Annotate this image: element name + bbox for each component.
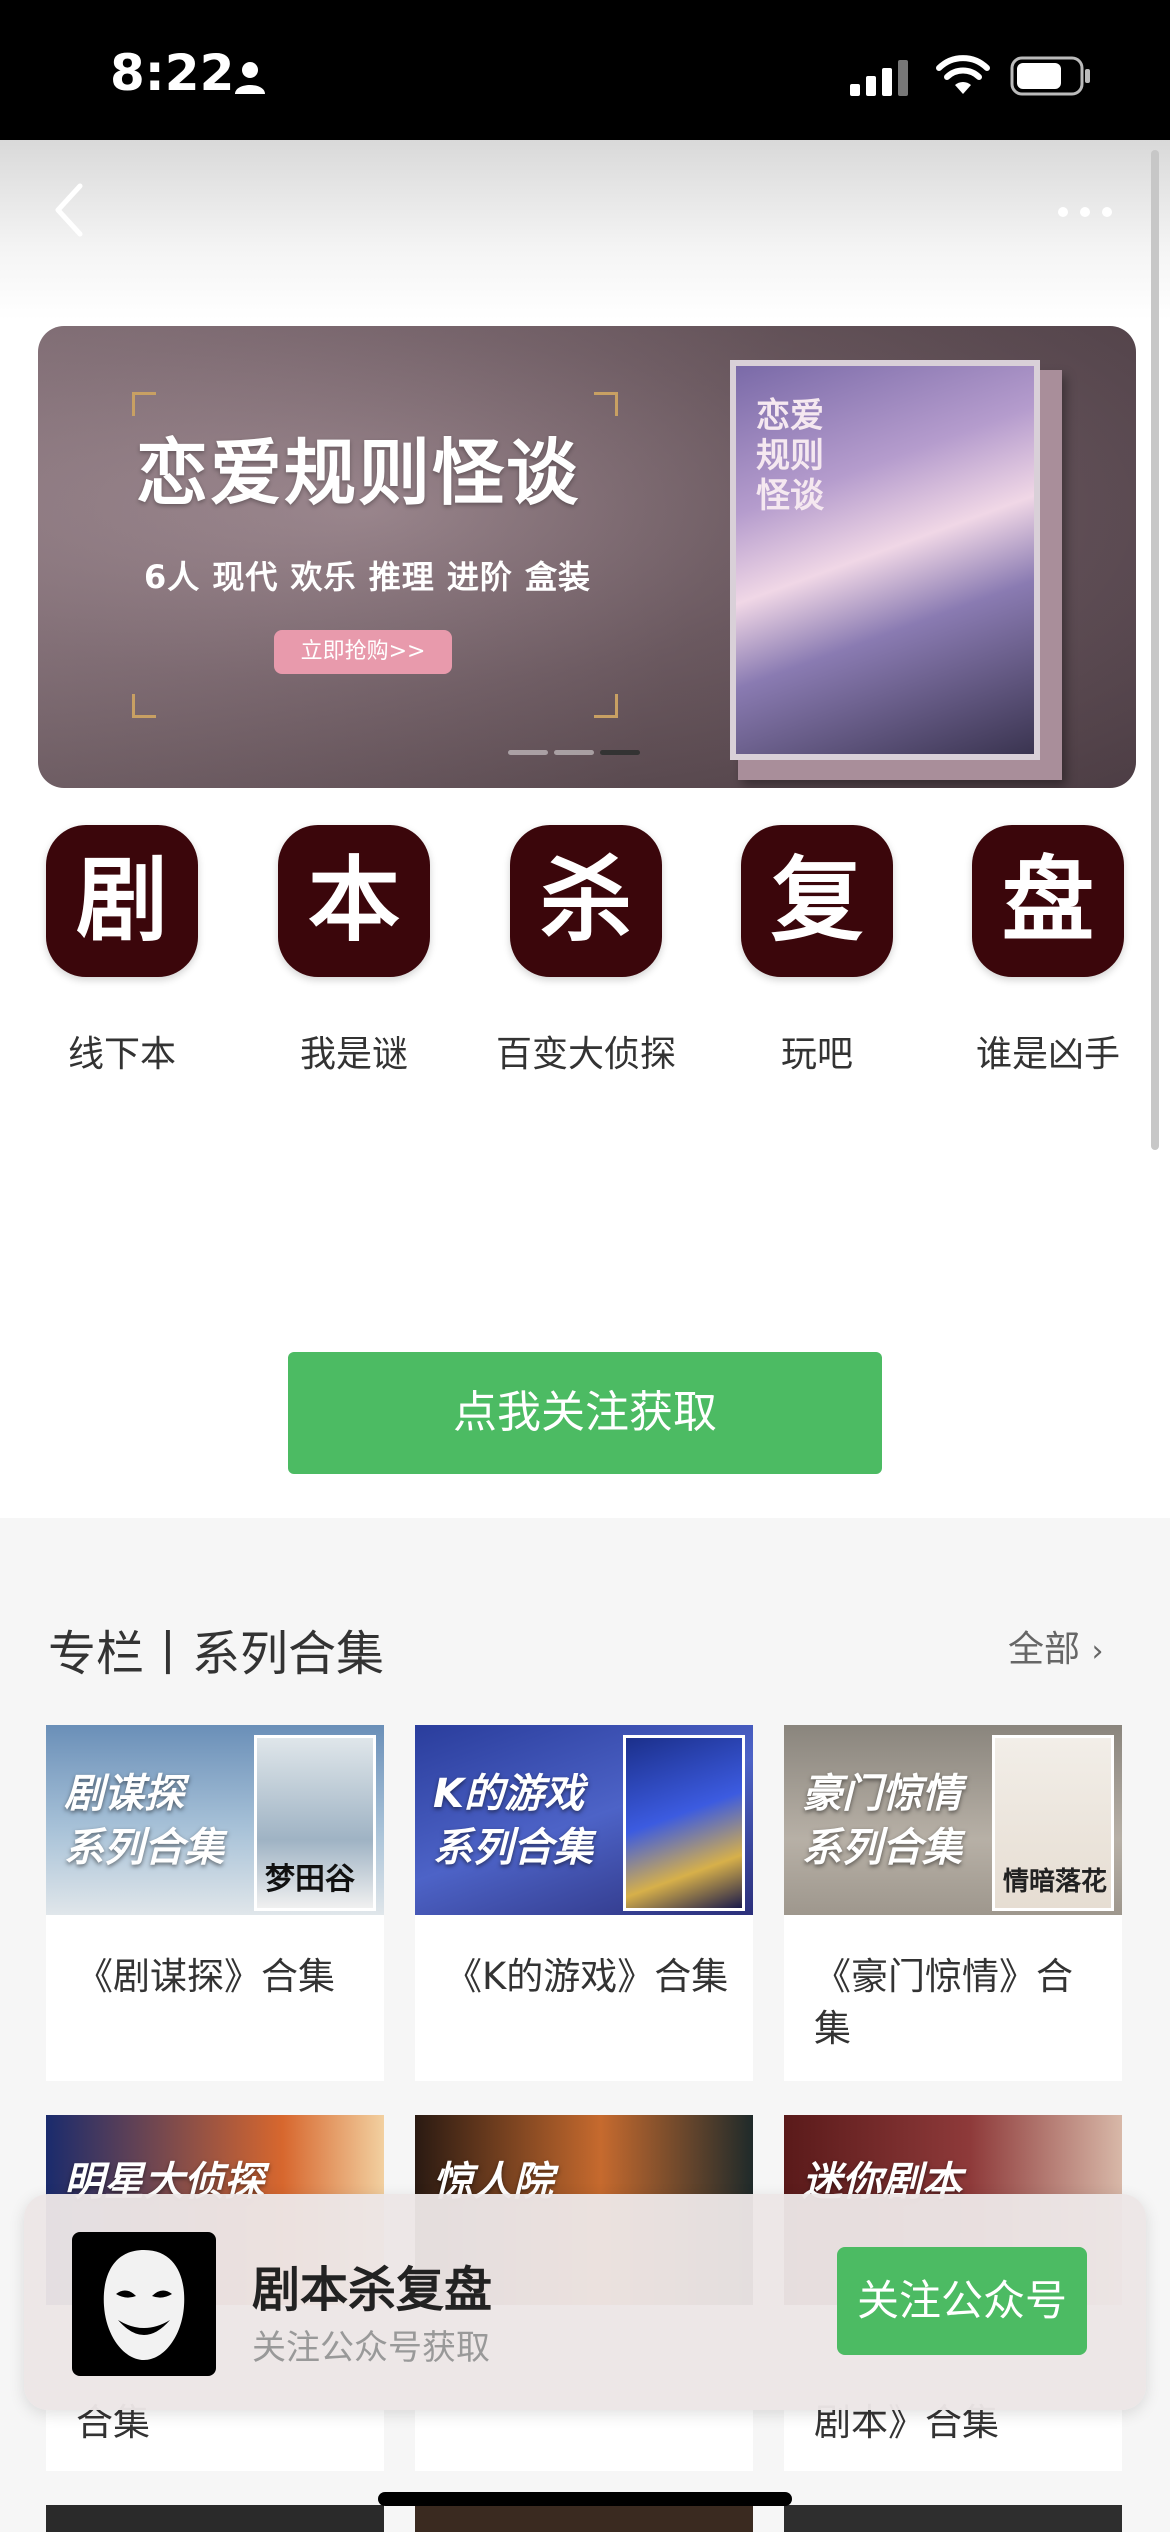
status-bar: 8:22 — [0, 0, 1170, 140]
category-label: 谁是凶手 — [975, 1034, 1120, 1075]
category-icon: 复 — [741, 825, 893, 977]
category-item-xianxiaben[interactable]: 剧 线下本 — [12, 825, 232, 1077]
follow-account-bar: 剧本杀复盘 关注公众号获取 关注公众号 — [24, 2194, 1146, 2410]
mask-icon — [103, 2250, 185, 2360]
category-item-baibian[interactable]: 杀 百变大侦探 — [476, 825, 696, 1077]
card-book-cover: 梦田谷 — [254, 1735, 376, 1911]
category-item-shuishixiongshou[interactable]: 盘 谁是凶手 — [938, 825, 1158, 1077]
card-image-text: 剧谋探 系列合集 — [64, 1771, 224, 1871]
category-item-wanba[interactable]: 复 玩吧 — [707, 825, 927, 1077]
category-label: 我是谜 — [299, 1034, 408, 1075]
card-image: 豪门惊情 系列合集 情暗落花 — [784, 1725, 1122, 1915]
status-time: 8:22 — [110, 44, 235, 102]
card-caption: 《豪门惊情》合集 — [814, 1955, 1073, 2050]
wifi-icon — [936, 55, 990, 94]
card-image: K的游戏 系列合集 — [415, 1725, 753, 1915]
see-all-label: 全部 — [1008, 1629, 1081, 1670]
nav-bar — [0, 140, 1170, 320]
chevron-right-icon: › — [1091, 1634, 1104, 1669]
category-icon: 盘 — [972, 825, 1124, 977]
banner-subtitle: 6人 现代 欢乐 推理 进阶 盒装 — [144, 558, 591, 596]
home-indicator[interactable] — [378, 2492, 792, 2506]
card-book-cover — [623, 1735, 745, 1911]
card-caption: 《剧谋探》合集 — [76, 1955, 335, 1998]
back-icon[interactable] — [50, 180, 90, 240]
frame-corner — [594, 694, 618, 718]
account-subtitle: 关注公众号获取 — [252, 2328, 490, 2368]
card-book-cover: 情暗落花 — [992, 1735, 1114, 1911]
category-item-woshimi[interactable]: 本 我是谜 — [244, 825, 464, 1077]
battery-icon — [1010, 56, 1090, 96]
account-avatar — [72, 2232, 216, 2376]
frame-corner — [132, 694, 156, 718]
card-image-text: K的游戏 系列合集 — [433, 1771, 593, 1871]
collection-card[interactable]: 豪门惊情 系列合集 情暗落花 《豪门惊情》合集 — [784, 1725, 1122, 2081]
person-icon — [235, 62, 265, 94]
collection-card[interactable] — [46, 2505, 384, 2532]
more-icon[interactable] — [1055, 202, 1115, 222]
collection-card[interactable] — [415, 2505, 753, 2532]
banner-title: 恋爱规则怪谈 — [136, 431, 581, 515]
category-icon: 本 — [278, 825, 430, 977]
collection-card[interactable]: K的游戏 系列合集 《K的游戏》合集 — [415, 1725, 753, 2081]
section-title: 专栏丨系列合集 — [48, 1626, 385, 1682]
card-book-text: 梦田谷 — [265, 1862, 355, 1897]
promo-banner[interactable]: 恋爱规则怪谈 6人 现代 欢乐 推理 进阶 盒装 立即抢购>> 恋爱规则怪谈 — [38, 326, 1136, 788]
carousel-dot — [508, 750, 548, 755]
see-all-link[interactable]: 全部 › — [1008, 1620, 1103, 1672]
category-label: 线下本 — [67, 1034, 176, 1075]
category-row: 剧 线下本 本 我是谜 杀 百变大侦探 复 玩吧 盘 谁是凶手 — [0, 825, 1170, 1085]
follow-account-button[interactable]: 关注公众号 — [837, 2247, 1087, 2355]
carousel-indicator — [508, 750, 640, 755]
carousel-dot-active — [600, 750, 640, 755]
card-book-text: 情暗落花 — [1003, 1867, 1108, 1897]
card-image: 剧谋探 系列合集 梦田谷 — [46, 1725, 384, 1915]
follow-to-get-button[interactable]: 点我关注获取 — [288, 1352, 882, 1474]
carousel-dot — [554, 750, 594, 755]
book-cover-image: 恋爱规则怪谈 — [730, 360, 1040, 760]
account-name: 剧本杀复盘 — [252, 2262, 493, 2318]
frame-corner — [132, 392, 156, 416]
book-cover-title: 恋爱规则怪谈 — [756, 396, 824, 516]
cellular-signal-icon — [850, 60, 908, 96]
frame-corner — [594, 392, 618, 416]
category-icon: 杀 — [510, 825, 662, 977]
card-image-text: 豪门惊情 系列合集 — [802, 1771, 962, 1871]
category-label: 玩吧 — [780, 1034, 853, 1075]
category-icon: 剧 — [46, 825, 198, 977]
buy-now-button[interactable]: 立即抢购>> — [274, 630, 452, 674]
card-caption: 《K的游戏》合集 — [445, 1955, 729, 1998]
collection-card[interactable]: 剧谋探 系列合集 梦田谷 《剧谋探》合集 — [46, 1725, 384, 2081]
collection-card[interactable] — [784, 2505, 1122, 2532]
category-label: 百变大侦探 — [495, 1034, 676, 1075]
